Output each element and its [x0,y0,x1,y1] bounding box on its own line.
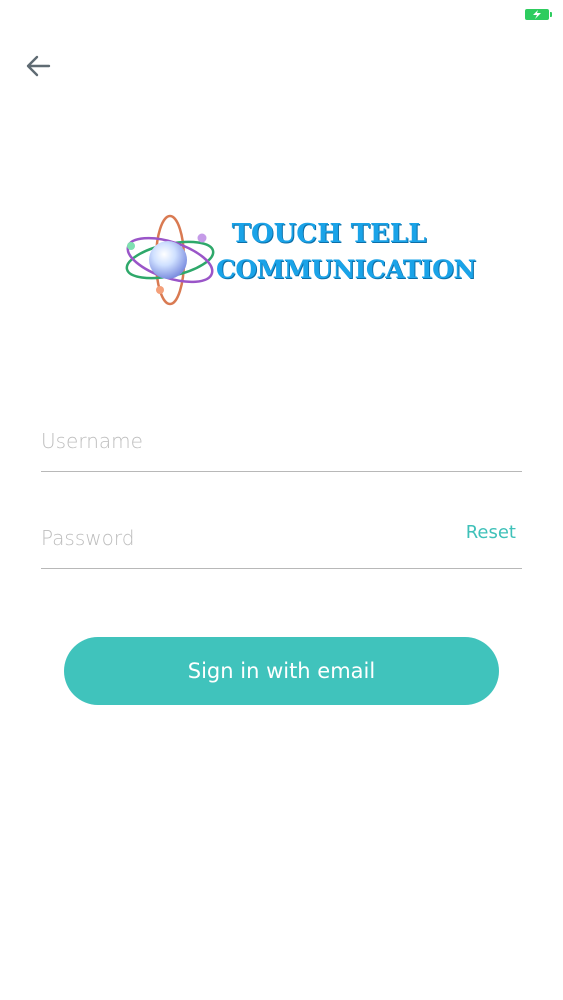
back-button[interactable] [20,48,56,84]
reset-password-link[interactable]: Reset [466,521,516,545]
logo-text-line2: COMMUNICATION [216,255,476,284]
atom-logo-icon [125,214,215,306]
battery-charging-icon [525,9,552,20]
arrow-left-icon [26,55,51,77]
username-field [41,416,522,472]
company-logo: TOUCH TELL COMMUNICATION [122,212,476,308]
username-input[interactable] [41,424,441,458]
login-screen: TOUCH TELL COMMUNICATION Reset Sign in w… [0,0,563,1000]
sign-in-with-email-button[interactable]: Sign in with email [64,637,499,705]
password-input[interactable] [41,521,441,555]
logo-text-line1: TOUCH TELL [231,219,427,249]
password-field: Reset [41,513,522,569]
status-bar [0,0,563,28]
logo-wordmark: TOUCH TELL COMMUNICATION [216,216,476,288]
